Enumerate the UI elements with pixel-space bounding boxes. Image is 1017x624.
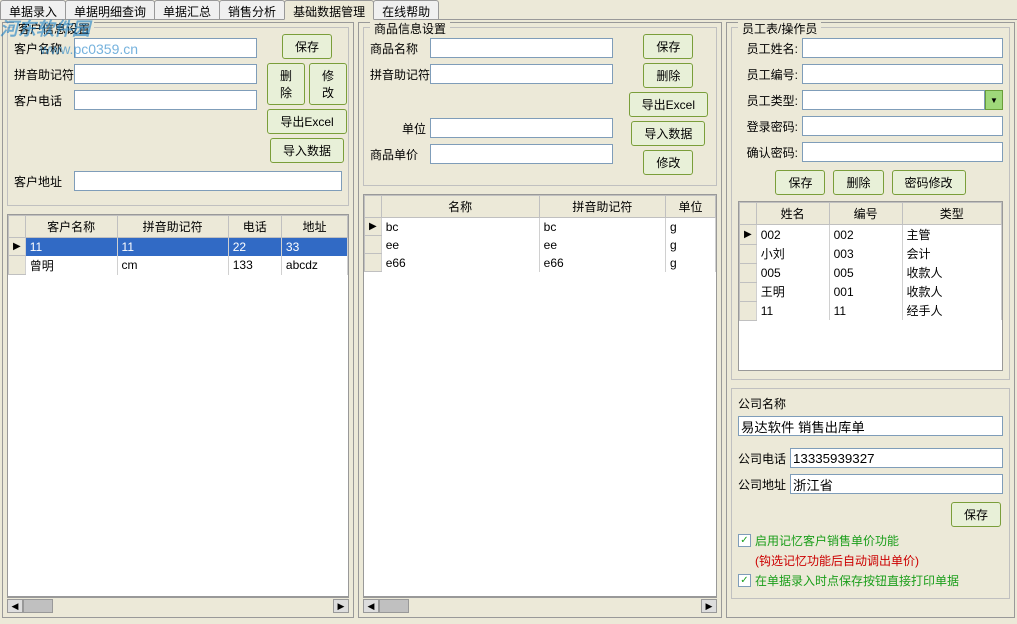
- product-name-input[interactable]: [430, 38, 613, 58]
- emp-id-input[interactable]: [802, 64, 1003, 84]
- emp-name-label: 员工姓名:: [738, 40, 798, 57]
- customer-modify-button[interactable]: 修改: [309, 63, 347, 105]
- emp-th-type[interactable]: 类型: [902, 203, 1001, 225]
- company-name-input[interactable]: [738, 416, 1003, 436]
- opt1-note: (钩选记忆功能后自动调出单价): [755, 552, 1003, 569]
- customer-pinyin-input[interactable]: [74, 64, 257, 84]
- customer-name-label: 客户名称: [14, 40, 74, 57]
- customer-import-button[interactable]: 导入数据: [270, 138, 344, 163]
- table-row[interactable]: 王明001收款人: [740, 282, 1002, 301]
- customer-export-button[interactable]: 导出Excel: [267, 109, 346, 134]
- employee-form-group: 员工表/操作员 员工姓名: 员工编号: 员工类型:▼ 登录密码: 确认密码: 保…: [731, 27, 1010, 380]
- tab-help[interactable]: 在线帮助: [373, 0, 439, 20]
- product-form-group: 商品信息设置 商品名称 拼音助记符 单位 商品单价 保存 删除 导出Excel …: [363, 27, 717, 186]
- table-row[interactable]: e66e66g: [365, 254, 716, 272]
- product-panel: 商品信息设置 商品名称 拼音助记符 单位 商品单价 保存 删除 导出Excel …: [358, 22, 722, 618]
- product-save-button[interactable]: 保存: [643, 34, 693, 59]
- company-save-button[interactable]: 保存: [951, 502, 1001, 527]
- product-import-button[interactable]: 导入数据: [631, 121, 705, 146]
- opt2-checkbox[interactable]: ✓: [738, 574, 751, 587]
- customer-table-wrap: 客户名称拼音助记符电话地址 ▶11112233 曾明cm133abcdz: [7, 214, 349, 597]
- company-title: 公司名称: [738, 395, 1003, 412]
- emp-pwd-input[interactable]: [802, 116, 1003, 136]
- product-pinyin-label: 拼音助记符: [370, 66, 430, 83]
- emp-delete-button[interactable]: 删除: [833, 170, 883, 195]
- customer-th-phone[interactable]: 电话: [228, 216, 281, 238]
- customer-th-pinyin[interactable]: 拼音助记符: [117, 216, 228, 238]
- tab-summary[interactable]: 单据汇总: [154, 0, 220, 20]
- table-row[interactable]: 005005收款人: [740, 263, 1002, 282]
- emp-pwd-label: 登录密码:: [738, 118, 798, 135]
- customer-panel: 客户信息设置 客户名称 拼音助记符 客户电话 保存 删除修改 导出Excel 导…: [2, 22, 354, 618]
- tab-detail[interactable]: 单据明细查询: [65, 0, 155, 20]
- emp-th-name[interactable]: 姓名: [756, 203, 829, 225]
- product-delete-button[interactable]: 删除: [643, 63, 693, 88]
- chevron-down-icon[interactable]: ▼: [985, 90, 1003, 110]
- product-price-input[interactable]: [430, 144, 613, 164]
- emp-pwdmod-button[interactable]: 密码修改: [892, 170, 966, 195]
- company-phone-input[interactable]: [790, 448, 1003, 468]
- customer-form-group: 客户信息设置 客户名称 拼音助记符 客户电话 保存 删除修改 导出Excel 导…: [7, 27, 349, 206]
- company-addr-input[interactable]: [790, 474, 1003, 494]
- emp-pwd2-label: 确认密码:: [738, 144, 798, 161]
- tab-analysis[interactable]: 销售分析: [219, 0, 285, 20]
- table-row[interactable]: ▶002002主管: [740, 225, 1002, 245]
- main-tabs: 单据录入 单据明细查询 单据汇总 销售分析 基础数据管理 在线帮助: [0, 0, 1017, 20]
- product-pinyin-input[interactable]: [430, 64, 613, 84]
- opt1-checkbox[interactable]: ✓: [738, 534, 751, 547]
- customer-addr-label: 客户地址: [14, 173, 74, 190]
- emp-type-select[interactable]: [802, 90, 985, 110]
- customer-th-name[interactable]: 客户名称: [25, 216, 117, 238]
- product-name-label: 商品名称: [370, 40, 430, 57]
- product-unit-input[interactable]: [430, 118, 613, 138]
- employee-table[interactable]: 姓名编号类型 ▶002002主管 小刘003会计 005005收款人 王明001…: [739, 202, 1002, 321]
- product-export-button[interactable]: 导出Excel: [629, 92, 708, 117]
- product-th-pinyin[interactable]: 拼音助记符: [539, 196, 665, 218]
- emp-type-label: 员工类型:: [738, 92, 798, 109]
- product-group-title: 商品信息设置: [370, 20, 450, 37]
- product-table-wrap: 名称拼音助记符单位 ▶bcbcg eeeeg e66e66g: [363, 194, 717, 597]
- table-row[interactable]: ▶bcbcg: [365, 218, 716, 236]
- emp-pwd2-input[interactable]: [802, 142, 1003, 162]
- employee-group-title: 员工表/操作员: [738, 20, 821, 37]
- product-scrollbar[interactable]: ◀▶: [363, 597, 717, 613]
- table-row[interactable]: 曾明cm133abcdz: [9, 256, 348, 275]
- opt2-label: 在单据录入时点保存按钮直接打印单据: [755, 572, 959, 589]
- customer-table[interactable]: 客户名称拼音助记符电话地址 ▶11112233 曾明cm133abcdz: [8, 215, 348, 275]
- company-addr-label: 公司地址: [738, 476, 790, 493]
- customer-phone-label: 客户电话: [14, 92, 74, 109]
- customer-save-button[interactable]: 保存: [282, 34, 332, 59]
- customer-scrollbar[interactable]: ◀▶: [7, 597, 349, 613]
- table-row[interactable]: ▶11112233: [9, 238, 348, 256]
- product-table[interactable]: 名称拼音助记符单位 ▶bcbcg eeeeg e66e66g: [364, 195, 716, 272]
- employee-table-wrap: 姓名编号类型 ▶002002主管 小刘003会计 005005收款人 王明001…: [738, 201, 1003, 371]
- product-unit-label: 单位: [370, 120, 430, 137]
- product-th-name[interactable]: 名称: [381, 196, 539, 218]
- emp-id-label: 员工编号:: [738, 66, 798, 83]
- customer-phone-input[interactable]: [74, 90, 257, 110]
- customer-th-addr[interactable]: 地址: [281, 216, 347, 238]
- product-th-unit[interactable]: 单位: [666, 196, 716, 218]
- employee-panel: 员工表/操作员 员工姓名: 员工编号: 员工类型: ▼ 登录密码: 确认密码: 保…: [726, 22, 1015, 618]
- opt1-label: 启用记忆客户销售单价功能: [755, 532, 899, 549]
- product-modify-button[interactable]: 修改: [643, 150, 693, 175]
- customer-delete-button[interactable]: 删除: [267, 63, 305, 105]
- emp-th-id[interactable]: 编号: [829, 203, 902, 225]
- customer-name-input[interactable]: [74, 38, 257, 58]
- tab-basedata[interactable]: 基础数据管理: [284, 0, 374, 20]
- customer-pinyin-label: 拼音助记符: [14, 66, 74, 83]
- tab-input[interactable]: 单据录入: [0, 0, 66, 20]
- emp-name-input[interactable]: [802, 38, 1003, 58]
- product-price-label: 商品单价: [370, 146, 430, 163]
- table-row[interactable]: 小刘003会计: [740, 244, 1002, 263]
- emp-save-button[interactable]: 保存: [775, 170, 825, 195]
- table-row[interactable]: eeeeg: [365, 236, 716, 254]
- customer-addr-input[interactable]: [74, 171, 342, 191]
- company-phone-label: 公司电话: [738, 450, 790, 467]
- customer-group-title: 客户信息设置: [14, 20, 94, 37]
- company-group: 公司名称 公司电话 公司地址 保存 ✓ 启用记忆客户销售单价功能 (钩选记忆功能后…: [731, 388, 1010, 599]
- table-row[interactable]: 1111经手人: [740, 301, 1002, 320]
